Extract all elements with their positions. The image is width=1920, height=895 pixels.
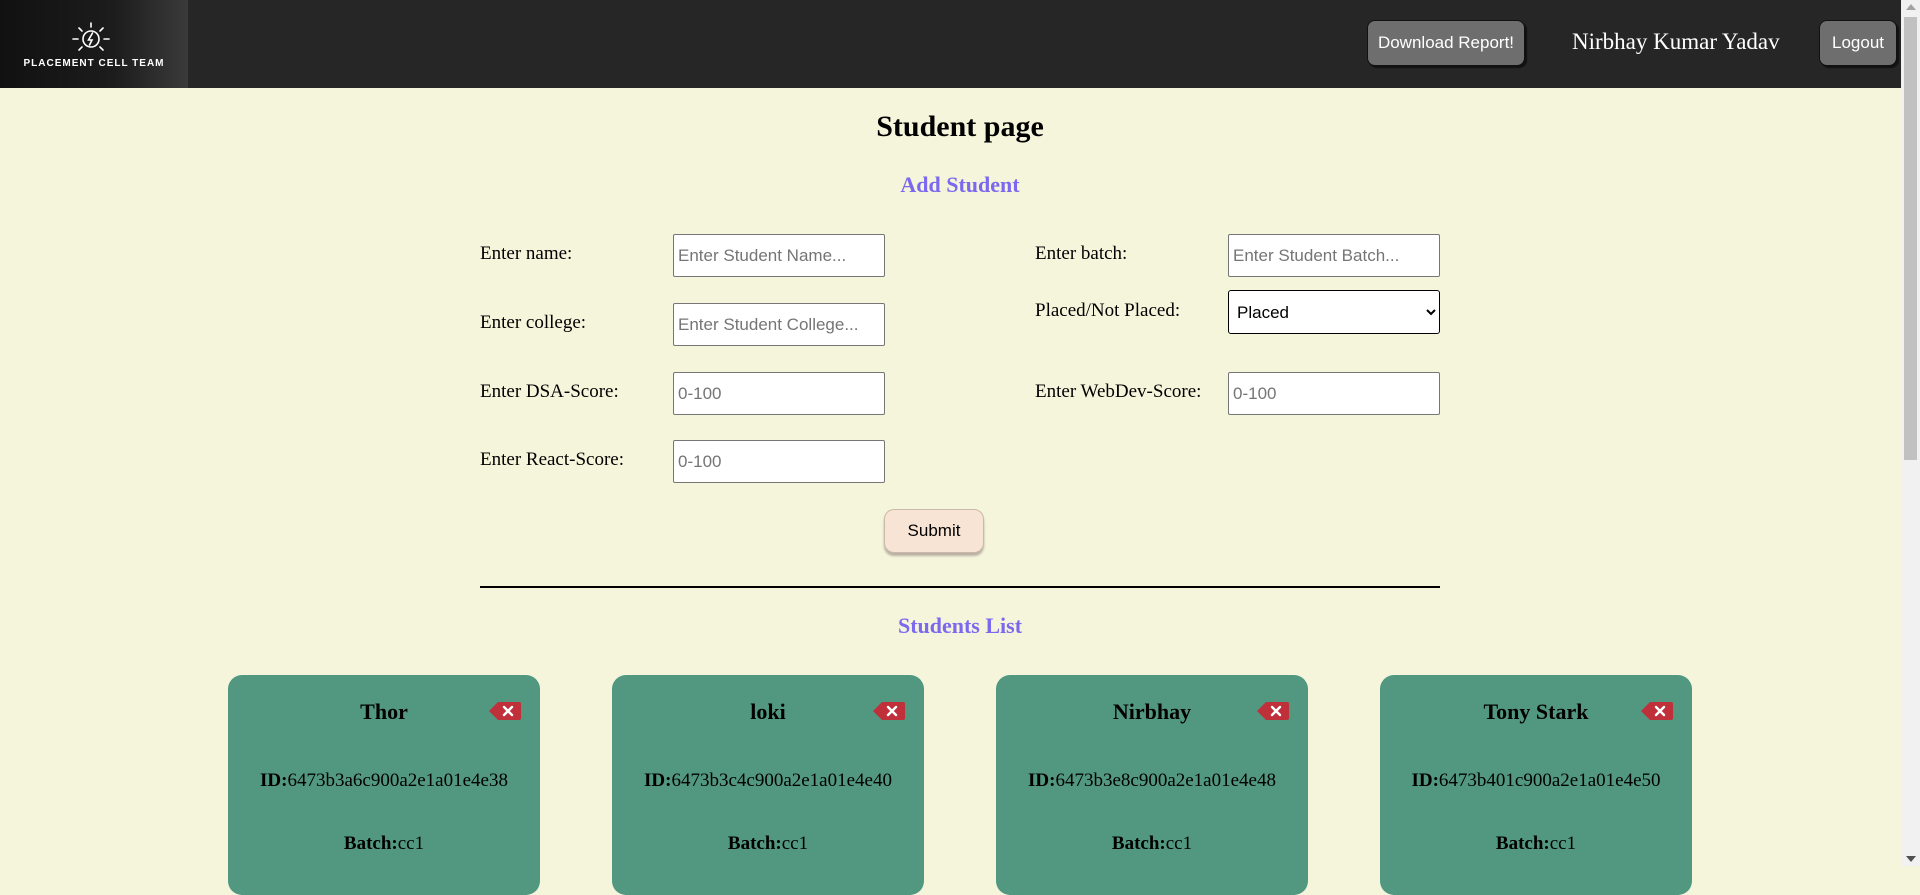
add-student-heading: Add Student [900,172,1020,197]
username: Nirbhay Kumar Yadav [1572,29,1780,54]
student-id: ID:6473b3e8c900a2e1a01e4e48 [996,770,1308,792]
webdev-score-label: Enter WebDev-Score: [1035,381,1202,402]
student-batch-value: cc1 [1549,833,1577,854]
dsa-score-input[interactable] [673,372,885,415]
placed-status-label: Placed/Not Placed: [1035,300,1181,321]
logout-button[interactable]: Logout [1819,20,1897,66]
student-batch-value: cc1 [397,833,425,854]
download-report-button[interactable]: Download Report! [1367,20,1525,66]
student-batch: Batch:cc1 [228,833,540,855]
dsa-score-label: Enter DSA-Score: [480,381,619,402]
student-card: Tony Stark ID:6473b401c900a2e1a01e4e50 B… [1380,675,1692,895]
student-id-label: ID: [1411,770,1439,791]
student-card: Nirbhay ID:6473b3e8c900a2e1a01e4e48 Batc… [996,675,1308,895]
student-id-value: 6473b3a6c900a2e1a01e4e38 [287,770,508,791]
batch-label: Enter batch: [1035,243,1128,264]
delete-icon[interactable] [1640,701,1674,721]
delete-icon[interactable] [1256,701,1290,721]
submit-button[interactable]: Submit [884,509,984,553]
lightbulb-icon [72,22,110,51]
student-id: ID:6473b3a6c900a2e1a01e4e38 [228,770,540,792]
student-id: ID:6473b401c900a2e1a01e4e50 [1380,770,1692,792]
student-name-input[interactable] [673,234,885,277]
react-score-label: Enter React-Score: [480,449,625,470]
name-label: Enter name: [480,243,573,264]
logo-text: PLACEMENT CELL TEAM [23,58,165,69]
students-list-heading: Students List [897,613,1023,638]
student-batch-value: cc1 [1165,833,1193,854]
navbar: PLACEMENT CELL TEAM Download Report! Nir… [0,0,1920,88]
student-batch-input[interactable] [1228,234,1440,277]
scroll-up-icon[interactable] [1906,4,1916,10]
divider [480,586,1440,588]
student-id: ID:6473b3c4c900a2e1a01e4e40 [612,770,924,792]
placed-status-select[interactable]: Placed [1228,290,1440,334]
student-id-value: 6473b3e8c900a2e1a01e4e48 [1055,770,1276,791]
student-id-value: 6473b401c900a2e1a01e4e50 [1438,770,1661,791]
student-id-label: ID: [1028,770,1056,791]
student-college-input[interactable] [673,303,885,346]
student-card: loki ID:6473b3c4c900a2e1a01e4e40 Batch:c… [612,675,924,895]
student-id-label: ID: [644,770,672,791]
delete-icon[interactable] [872,701,906,721]
scrollbar-thumb[interactable] [1904,17,1917,460]
student-id-label: ID: [260,770,288,791]
page-title: Student page [876,110,1044,143]
student-batch-label: Batch: [1111,833,1166,854]
student-card: Thor ID:6473b3a6c900a2e1a01e4e38 Batch:c… [228,675,540,895]
student-batch-label: Batch: [343,833,398,854]
react-score-input[interactable] [673,440,885,483]
college-label: Enter college: [480,312,587,333]
student-batch-label: Batch: [1495,833,1550,854]
delete-icon[interactable] [488,701,522,721]
student-batch: Batch:cc1 [612,833,924,855]
student-batch-label: Batch: [727,833,782,854]
scroll-down-icon[interactable] [1906,856,1916,862]
logo[interactable]: PLACEMENT CELL TEAM [0,0,188,88]
student-id-value: 6473b3c4c900a2e1a01e4e40 [671,770,892,791]
webdev-score-input[interactable] [1228,372,1440,415]
student-batch: Batch:cc1 [1380,833,1692,855]
student-batch-value: cc1 [781,833,809,854]
student-batch: Batch:cc1 [996,833,1308,855]
